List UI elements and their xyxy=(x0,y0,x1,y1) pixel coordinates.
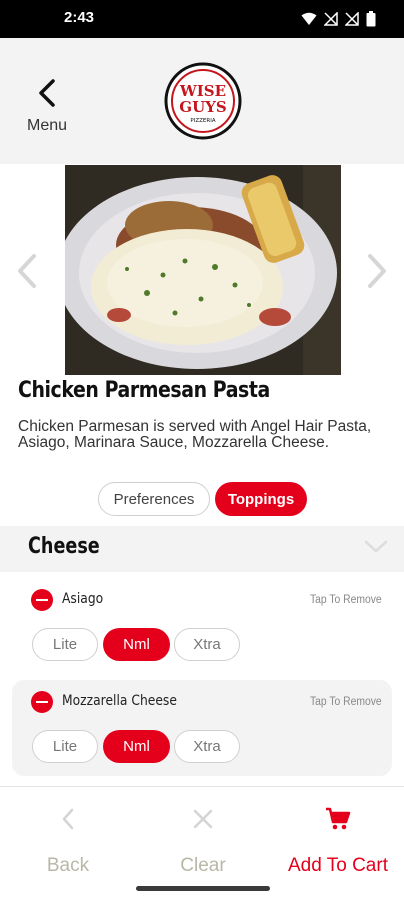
tap-to-remove-link[interactable]: Tap To Remove xyxy=(310,594,382,606)
logo-word-2: GUYS xyxy=(179,98,226,116)
chevron-down-icon xyxy=(364,540,388,553)
back-button[interactable]: Back xyxy=(3,801,133,881)
dish-photo xyxy=(65,165,341,375)
wifi-icon xyxy=(301,12,317,25)
amount-nml-button[interactable]: Nml xyxy=(103,628,170,661)
clear-label: Clear xyxy=(180,855,226,876)
add-to-cart-button[interactable]: Add To Cart xyxy=(273,801,403,881)
chevron-left-icon xyxy=(39,79,55,107)
chevron-left-icon xyxy=(62,808,74,830)
menu-back-button[interactable]: Menu xyxy=(22,78,72,135)
cheese-section-header[interactable]: Cheese xyxy=(0,526,404,572)
topping-row-asiago: Asiago Tap To Remove Lite Nml Xtra xyxy=(12,578,392,670)
carousel-prev-icon[interactable] xyxy=(16,253,38,289)
photo-carousel xyxy=(0,165,404,375)
amount-lite-button[interactable]: Lite xyxy=(32,730,98,763)
wise-guys-logo: WISE GUYS PIZZERIA xyxy=(164,62,242,140)
section-title: Cheese xyxy=(28,534,100,559)
remove-topping-button[interactable] xyxy=(31,691,53,713)
amount-xtra-button[interactable]: Xtra xyxy=(174,730,240,763)
status-icons xyxy=(301,11,376,27)
status-bar: 2:43 xyxy=(0,0,404,38)
status-time: 2:43 xyxy=(64,9,95,26)
logo-word-3: PIZZERIA xyxy=(190,118,215,124)
remove-topping-button[interactable] xyxy=(31,589,53,611)
tab-preferences[interactable]: Preferences xyxy=(98,482,210,516)
tap-to-remove-link[interactable]: Tap To Remove xyxy=(310,696,382,708)
close-icon xyxy=(193,809,213,829)
item-description: Chicken Parmesan is served with Angel Ha… xyxy=(18,418,372,451)
tab-toppings[interactable]: Toppings xyxy=(215,482,307,516)
carousel-next-icon[interactable] xyxy=(366,253,388,289)
back-label: Back xyxy=(46,855,90,876)
amount-nml-button[interactable]: Nml xyxy=(103,730,170,763)
add-to-cart-label: Add To Cart xyxy=(288,855,388,876)
signal-icon xyxy=(324,12,338,26)
cart-icon xyxy=(326,807,351,830)
menu-back-label: Menu xyxy=(26,117,68,134)
topping-name: Mozzarella Cheese xyxy=(62,693,177,709)
signal-icon-2 xyxy=(345,12,359,26)
home-indicator[interactable] xyxy=(136,886,270,891)
amount-lite-button[interactable]: Lite xyxy=(32,628,98,661)
battery-icon xyxy=(366,11,376,27)
item-title: Chicken Parmesan Pasta xyxy=(18,378,270,403)
clear-button[interactable]: Clear xyxy=(138,801,268,881)
amount-xtra-button[interactable]: Xtra xyxy=(174,628,240,661)
header: Menu WISE GUYS PIZZERIA xyxy=(0,38,404,164)
topping-row-mozzarella: Mozzarella Cheese Tap To Remove Lite Nml… xyxy=(12,680,392,776)
topping-name: Asiago xyxy=(62,591,104,607)
